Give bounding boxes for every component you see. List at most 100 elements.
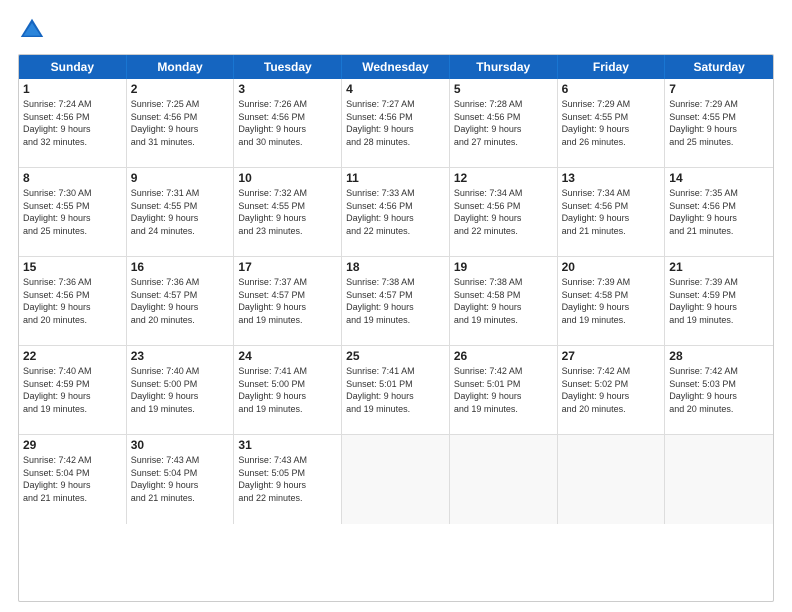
- day-cell-28: 28 Sunrise: 7:42 AM Sunset: 5:03 PM Dayli…: [665, 346, 773, 434]
- day-cell-2: 2 Sunrise: 7:25 AM Sunset: 4:56 PM Daylig…: [127, 79, 235, 167]
- day-info: Sunrise: 7:42 AM Sunset: 5:01 PM Dayligh…: [454, 365, 553, 415]
- day-info: Sunrise: 7:38 AM Sunset: 4:57 PM Dayligh…: [346, 276, 445, 326]
- day-cell-13: 13 Sunrise: 7:34 AM Sunset: 4:56 PM Dayli…: [558, 168, 666, 256]
- header: [18, 16, 774, 44]
- day-number: 4: [346, 82, 445, 96]
- day-number: 31: [238, 438, 337, 452]
- day-cell-6: 6Sunrise: 7:29 AM Sunset: 4:55 PM Daylig…: [558, 79, 666, 167]
- day-cell-15: 15 Sunrise: 7:36 AM Sunset: 4:56 PM Dayli…: [19, 257, 127, 345]
- day-number: 3: [238, 82, 337, 96]
- day-number: 26: [454, 349, 553, 363]
- day-cell-18: 18 Sunrise: 7:38 AM Sunset: 4:57 PM Dayli…: [342, 257, 450, 345]
- day-cell-24: 24 Sunrise: 7:41 AM Sunset: 5:00 PM Dayli…: [234, 346, 342, 434]
- day-info: Sunrise: 7:34 AM Sunset: 4:56 PM Dayligh…: [454, 187, 553, 237]
- day-info: Sunrise: 7:42 AM Sunset: 5:03 PM Dayligh…: [669, 365, 769, 415]
- empty-cell: [342, 435, 450, 524]
- calendar-week-2: 8Sunrise: 7:30 AM Sunset: 4:55 PM Daylig…: [19, 168, 773, 257]
- day-number: 17: [238, 260, 337, 274]
- day-cell-4: 4 Sunrise: 7:27 AM Sunset: 4:56 PM Daylig…: [342, 79, 450, 167]
- day-number: 2: [131, 82, 230, 96]
- day-cell-20: 20Sunrise: 7:39 AM Sunset: 4:58 PM Dayli…: [558, 257, 666, 345]
- day-cell-31: 31 Sunrise: 7:43 AM Sunset: 5:05 PM Dayli…: [234, 435, 342, 524]
- day-info: Sunrise: 7:36 AM Sunset: 4:56 PM Dayligh…: [23, 276, 122, 326]
- calendar-week-5: 29 Sunrise: 7:42 AM Sunset: 5:04 PM Dayli…: [19, 435, 773, 524]
- calendar-week-4: 22 Sunrise: 7:40 AM Sunset: 4:59 PM Dayli…: [19, 346, 773, 435]
- day-cell-10: 10 Sunrise: 7:32 AM Sunset: 4:55 PM Dayli…: [234, 168, 342, 256]
- day-cell-12: 12 Sunrise: 7:34 AM Sunset: 4:56 PM Dayli…: [450, 168, 558, 256]
- calendar-header: SundayMondayTuesdayWednesdayThursdayFrid…: [19, 55, 773, 79]
- day-info: Sunrise: 7:40 AM Sunset: 5:00 PM Dayligh…: [131, 365, 230, 415]
- day-info: Sunrise: 7:31 AM Sunset: 4:55 PM Dayligh…: [131, 187, 230, 237]
- day-info: Sunrise: 7:36 AM Sunset: 4:57 PM Dayligh…: [131, 276, 230, 326]
- day-info: Sunrise: 7:41 AM Sunset: 5:01 PM Dayligh…: [346, 365, 445, 415]
- day-info: Sunrise: 7:29 AM Sunset: 4:55 PM Dayligh…: [562, 98, 661, 148]
- day-info: Sunrise: 7:43 AM Sunset: 5:05 PM Dayligh…: [238, 454, 337, 504]
- day-cell-22: 22 Sunrise: 7:40 AM Sunset: 4:59 PM Dayli…: [19, 346, 127, 434]
- day-number: 22: [23, 349, 122, 363]
- day-cell-1: 1Sunrise: 7:24 AM Sunset: 4:56 PM Daylig…: [19, 79, 127, 167]
- day-number: 21: [669, 260, 769, 274]
- day-number: 9: [131, 171, 230, 185]
- day-cell-29: 29 Sunrise: 7:42 AM Sunset: 5:04 PM Dayli…: [19, 435, 127, 524]
- day-number: 28: [669, 349, 769, 363]
- weekday-header-wednesday: Wednesday: [342, 55, 450, 79]
- day-number: 19: [454, 260, 553, 274]
- day-number: 5: [454, 82, 553, 96]
- day-info: Sunrise: 7:40 AM Sunset: 4:59 PM Dayligh…: [23, 365, 122, 415]
- day-info: Sunrise: 7:42 AM Sunset: 5:04 PM Dayligh…: [23, 454, 122, 504]
- day-info: Sunrise: 7:27 AM Sunset: 4:56 PM Dayligh…: [346, 98, 445, 148]
- day-number: 25: [346, 349, 445, 363]
- day-info: Sunrise: 7:37 AM Sunset: 4:57 PM Dayligh…: [238, 276, 337, 326]
- calendar: SundayMondayTuesdayWednesdayThursdayFrid…: [18, 54, 774, 602]
- day-cell-19: 19 Sunrise: 7:38 AM Sunset: 4:58 PM Dayli…: [450, 257, 558, 345]
- day-cell-30: 30 Sunrise: 7:43 AM Sunset: 5:04 PM Dayli…: [127, 435, 235, 524]
- weekday-header-thursday: Thursday: [450, 55, 558, 79]
- weekday-header-tuesday: Tuesday: [234, 55, 342, 79]
- day-number: 14: [669, 171, 769, 185]
- empty-cell: [558, 435, 666, 524]
- day-info: Sunrise: 7:39 AM Sunset: 4:59 PM Dayligh…: [669, 276, 769, 326]
- day-number: 18: [346, 260, 445, 274]
- calendar-body: 1Sunrise: 7:24 AM Sunset: 4:56 PM Daylig…: [19, 79, 773, 524]
- weekday-header-monday: Monday: [127, 55, 235, 79]
- day-info: Sunrise: 7:29 AM Sunset: 4:55 PM Dayligh…: [669, 98, 769, 148]
- logo: [18, 16, 48, 44]
- empty-cell: [665, 435, 773, 524]
- day-number: 1: [23, 82, 122, 96]
- day-number: 13: [562, 171, 661, 185]
- logo-icon: [18, 16, 46, 44]
- day-cell-8: 8Sunrise: 7:30 AM Sunset: 4:55 PM Daylig…: [19, 168, 127, 256]
- day-number: 10: [238, 171, 337, 185]
- day-cell-21: 21 Sunrise: 7:39 AM Sunset: 4:59 PM Dayli…: [665, 257, 773, 345]
- calendar-week-3: 15 Sunrise: 7:36 AM Sunset: 4:56 PM Dayli…: [19, 257, 773, 346]
- day-info: Sunrise: 7:28 AM Sunset: 4:56 PM Dayligh…: [454, 98, 553, 148]
- day-number: 12: [454, 171, 553, 185]
- day-number: 15: [23, 260, 122, 274]
- weekday-header-saturday: Saturday: [665, 55, 773, 79]
- day-info: Sunrise: 7:43 AM Sunset: 5:04 PM Dayligh…: [131, 454, 230, 504]
- day-info: Sunrise: 7:32 AM Sunset: 4:55 PM Dayligh…: [238, 187, 337, 237]
- day-number: 27: [562, 349, 661, 363]
- day-info: Sunrise: 7:25 AM Sunset: 4:56 PM Dayligh…: [131, 98, 230, 148]
- day-number: 20: [562, 260, 661, 274]
- day-cell-26: 26 Sunrise: 7:42 AM Sunset: 5:01 PM Dayli…: [450, 346, 558, 434]
- day-info: Sunrise: 7:41 AM Sunset: 5:00 PM Dayligh…: [238, 365, 337, 415]
- day-number: 16: [131, 260, 230, 274]
- day-info: Sunrise: 7:26 AM Sunset: 4:56 PM Dayligh…: [238, 98, 337, 148]
- day-number: 8: [23, 171, 122, 185]
- day-info: Sunrise: 7:35 AM Sunset: 4:56 PM Dayligh…: [669, 187, 769, 237]
- day-number: 23: [131, 349, 230, 363]
- day-number: 30: [131, 438, 230, 452]
- day-cell-25: 25 Sunrise: 7:41 AM Sunset: 5:01 PM Dayli…: [342, 346, 450, 434]
- day-cell-5: 5 Sunrise: 7:28 AM Sunset: 4:56 PM Daylig…: [450, 79, 558, 167]
- day-cell-9: 9 Sunrise: 7:31 AM Sunset: 4:55 PM Daylig…: [127, 168, 235, 256]
- day-info: Sunrise: 7:38 AM Sunset: 4:58 PM Dayligh…: [454, 276, 553, 326]
- day-number: 29: [23, 438, 122, 452]
- page: SundayMondayTuesdayWednesdayThursdayFrid…: [0, 0, 792, 612]
- day-number: 11: [346, 171, 445, 185]
- day-cell-7: 7Sunrise: 7:29 AM Sunset: 4:55 PM Daylig…: [665, 79, 773, 167]
- day-number: 24: [238, 349, 337, 363]
- empty-cell: [450, 435, 558, 524]
- day-cell-16: 16 Sunrise: 7:36 AM Sunset: 4:57 PM Dayli…: [127, 257, 235, 345]
- day-info: Sunrise: 7:34 AM Sunset: 4:56 PM Dayligh…: [562, 187, 661, 237]
